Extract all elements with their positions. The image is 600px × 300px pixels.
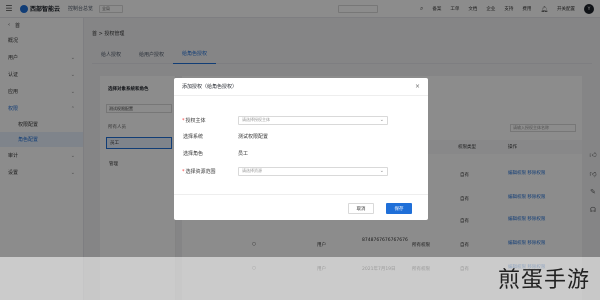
save-button[interactable]: 保存 <box>386 203 412 214</box>
field-label-text: 授权主体 <box>185 117 206 124</box>
form-row-resource: *选择资源范围 请选择资源 ⌄ <box>174 166 428 176</box>
system-value: 测试权限配置 <box>238 133 269 140</box>
dialog-footer: 取消 保存 <box>174 194 428 220</box>
close-icon[interactable]: × <box>415 83 420 90</box>
dialog-title: 添加授权（给角色授权） <box>182 84 238 90</box>
form-row-role: 选择角色 员工 <box>174 148 428 158</box>
field-label: 选择系统 <box>174 133 234 140</box>
field-label-text: 选择角色 <box>183 150 204 157</box>
field-label-text: 选择系统 <box>183 133 204 140</box>
cancel-button[interactable]: 取消 <box>348 203 374 214</box>
add-grant-dialog: 添加授权（给角色授权） × *授权主体 请选择授权主体 ⌄ 选择系统 测试权限配… <box>174 78 428 220</box>
required-mark: * <box>182 168 185 175</box>
role-value: 员工 <box>238 150 249 157</box>
form-row-subject: *授权主体 请选择授权主体 ⌄ <box>174 115 428 125</box>
form-row-system: 选择系统 测试权限配置 <box>174 131 428 141</box>
chevron-down-icon: ⌄ <box>379 168 384 174</box>
chevron-down-icon: ⌄ <box>379 117 384 123</box>
select-placeholder: 请选择资源 <box>242 168 262 173</box>
required-mark: * <box>182 117 185 124</box>
watermark: 煎蛋手游 <box>497 268 590 293</box>
field-label: *选择资源范围 <box>174 168 234 175</box>
select-placeholder: 请选择授权主体 <box>242 117 270 122</box>
field-label: 选择角色 <box>174 150 234 157</box>
field-label-text: 选择资源范围 <box>185 168 216 175</box>
dialog-header: 添加授权（给角色授权） × <box>174 78 428 96</box>
subject-select[interactable]: 请选择授权主体 ⌄ <box>238 115 388 125</box>
resource-select[interactable]: 请选择资源 ⌄ <box>238 166 388 176</box>
field-label: *授权主体 <box>174 117 234 124</box>
